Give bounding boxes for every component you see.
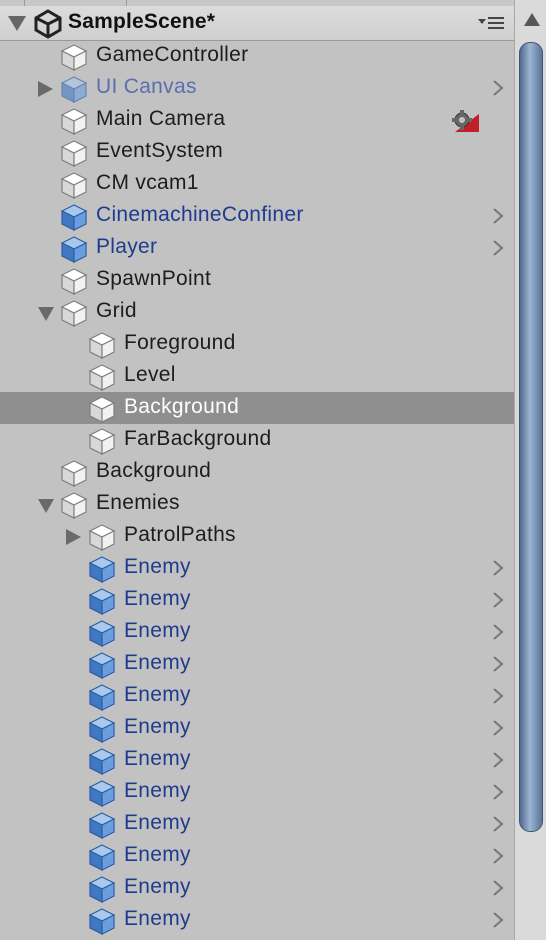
hierarchy-row[interactable]: Main Camera xyxy=(0,104,514,136)
hierarchy-row[interactable]: CinemachineConfiner xyxy=(0,200,514,232)
hierarchy-item-label: SpawnPoint xyxy=(96,267,212,290)
hierarchy-item-label: Enemy xyxy=(124,619,191,642)
chevron-right-icon[interactable] xyxy=(492,752,504,773)
hierarchy-row[interactable]: Enemy xyxy=(0,776,514,808)
chevron-right-icon[interactable] xyxy=(492,656,504,677)
chevron-right-icon[interactable] xyxy=(492,720,504,741)
hierarchy-item-label: Enemy xyxy=(124,651,191,674)
hierarchy-item-label: Enemy xyxy=(124,875,191,898)
hierarchy-row[interactable]: FarBackground xyxy=(0,424,514,456)
chevron-right-icon[interactable] xyxy=(492,880,504,901)
hierarchy-row[interactable]: CM vcam1 xyxy=(0,168,514,200)
hierarchy-item-label: Grid xyxy=(96,299,137,322)
hierarchy-row[interactable]: EventSystem xyxy=(0,136,514,168)
hierarchy-item-label: CM vcam1 xyxy=(96,171,199,194)
hierarchy-item-label: Background xyxy=(96,459,212,482)
hierarchy-row[interactable]: Enemy xyxy=(0,616,514,648)
chevron-right-icon[interactable] xyxy=(492,208,504,229)
hierarchy-row[interactable]: SpawnPoint xyxy=(0,264,514,296)
chevron-right-icon[interactable] xyxy=(492,624,504,645)
hierarchy-item-label: Level xyxy=(124,363,176,386)
scroll-up-arrow-icon[interactable] xyxy=(524,13,540,26)
hierarchy-row[interactable]: PatrolPaths xyxy=(0,520,514,552)
chevron-right-icon[interactable] xyxy=(492,240,504,261)
expanded-arrow-icon[interactable] xyxy=(38,307,54,321)
chevron-right-icon[interactable] xyxy=(492,912,504,933)
hierarchy-row[interactable]: Background xyxy=(0,392,514,424)
hierarchy-item-label: CinemachineConfiner xyxy=(96,203,304,226)
hierarchy-row[interactable]: Grid xyxy=(0,296,514,328)
hierarchy-row[interactable]: Enemy xyxy=(0,584,514,616)
hierarchy-row[interactable]: Background xyxy=(0,456,514,488)
hierarchy-row[interactable]: Player xyxy=(0,232,514,264)
expanded-arrow-icon[interactable] xyxy=(38,499,54,513)
collapsed-arrow-icon[interactable] xyxy=(38,81,53,97)
hierarchy-item-label: Enemy xyxy=(124,843,191,866)
hierarchy-item-label: Player xyxy=(96,235,158,258)
chevron-right-icon[interactable] xyxy=(492,688,504,709)
scene-title: SampleScene* xyxy=(68,10,216,33)
hierarchy-item-label: GameController xyxy=(96,43,249,66)
hierarchy-item-label: Enemies xyxy=(96,491,180,514)
chevron-right-icon[interactable] xyxy=(492,784,504,805)
dropdown-menu-icon[interactable] xyxy=(478,14,506,32)
hierarchy-row[interactable]: GameController xyxy=(0,40,514,72)
hierarchy-tree: GameController UI Canvas Main Camera EventS… xyxy=(0,40,514,940)
hierarchy-row[interactable]: Enemy xyxy=(0,808,514,840)
chevron-right-icon[interactable] xyxy=(492,80,504,101)
hierarchy-item-label: Main Camera xyxy=(96,107,226,130)
hierarchy-item-label: Enemy xyxy=(124,747,191,770)
chevron-right-icon[interactable] xyxy=(492,592,504,613)
expanded-arrow-icon[interactable] xyxy=(8,16,26,31)
scroll-thumb[interactable] xyxy=(519,42,543,832)
hierarchy-item-label: Background xyxy=(124,395,240,418)
hierarchy-row[interactable] xyxy=(0,936,514,940)
chevron-right-icon[interactable] xyxy=(492,560,504,581)
hierarchy-row[interactable]: Enemy xyxy=(0,648,514,680)
hierarchy-item-label: Enemy xyxy=(124,587,191,610)
hierarchy-row[interactable]: Enemies xyxy=(0,488,514,520)
unity-logo-icon xyxy=(34,9,62,39)
hierarchy-item-label: FarBackground xyxy=(124,427,272,450)
hierarchy-item-label: UI Canvas xyxy=(96,75,197,98)
hierarchy-item-label: Enemy xyxy=(124,715,191,738)
hierarchy-item-label: Enemy xyxy=(124,779,191,802)
hierarchy-row[interactable]: Enemy xyxy=(0,872,514,904)
gear-icon xyxy=(449,108,483,139)
hierarchy-row[interactable]: Enemy xyxy=(0,840,514,872)
chevron-right-icon[interactable] xyxy=(492,816,504,837)
hierarchy-item-label: Enemy xyxy=(124,907,191,930)
scene-header[interactable]: SampleScene* xyxy=(0,6,514,41)
hierarchy-item-label: Enemy xyxy=(124,683,191,706)
collapsed-arrow-icon[interactable] xyxy=(66,529,81,545)
hierarchy-row[interactable]: Foreground xyxy=(0,328,514,360)
vertical-scrollbar[interactable] xyxy=(514,0,546,940)
hierarchy-row[interactable]: UI Canvas xyxy=(0,72,514,104)
hierarchy-row[interactable]: Enemy xyxy=(0,712,514,744)
hierarchy-item-label: EventSystem xyxy=(96,139,224,162)
hierarchy-item-label: Foreground xyxy=(124,331,236,354)
hierarchy-item-label: PatrolPaths xyxy=(124,523,236,546)
hierarchy-row[interactable]: Enemy xyxy=(0,552,514,584)
chevron-right-icon[interactable] xyxy=(492,848,504,869)
hierarchy-item-label: Enemy xyxy=(124,555,191,578)
hierarchy-item-label: Enemy xyxy=(124,811,191,834)
hierarchy-row[interactable]: Enemy xyxy=(0,744,514,776)
hierarchy-row[interactable]: Enemy xyxy=(0,680,514,712)
hierarchy-row[interactable]: Enemy xyxy=(0,904,514,936)
hierarchy-row[interactable]: Level xyxy=(0,360,514,392)
